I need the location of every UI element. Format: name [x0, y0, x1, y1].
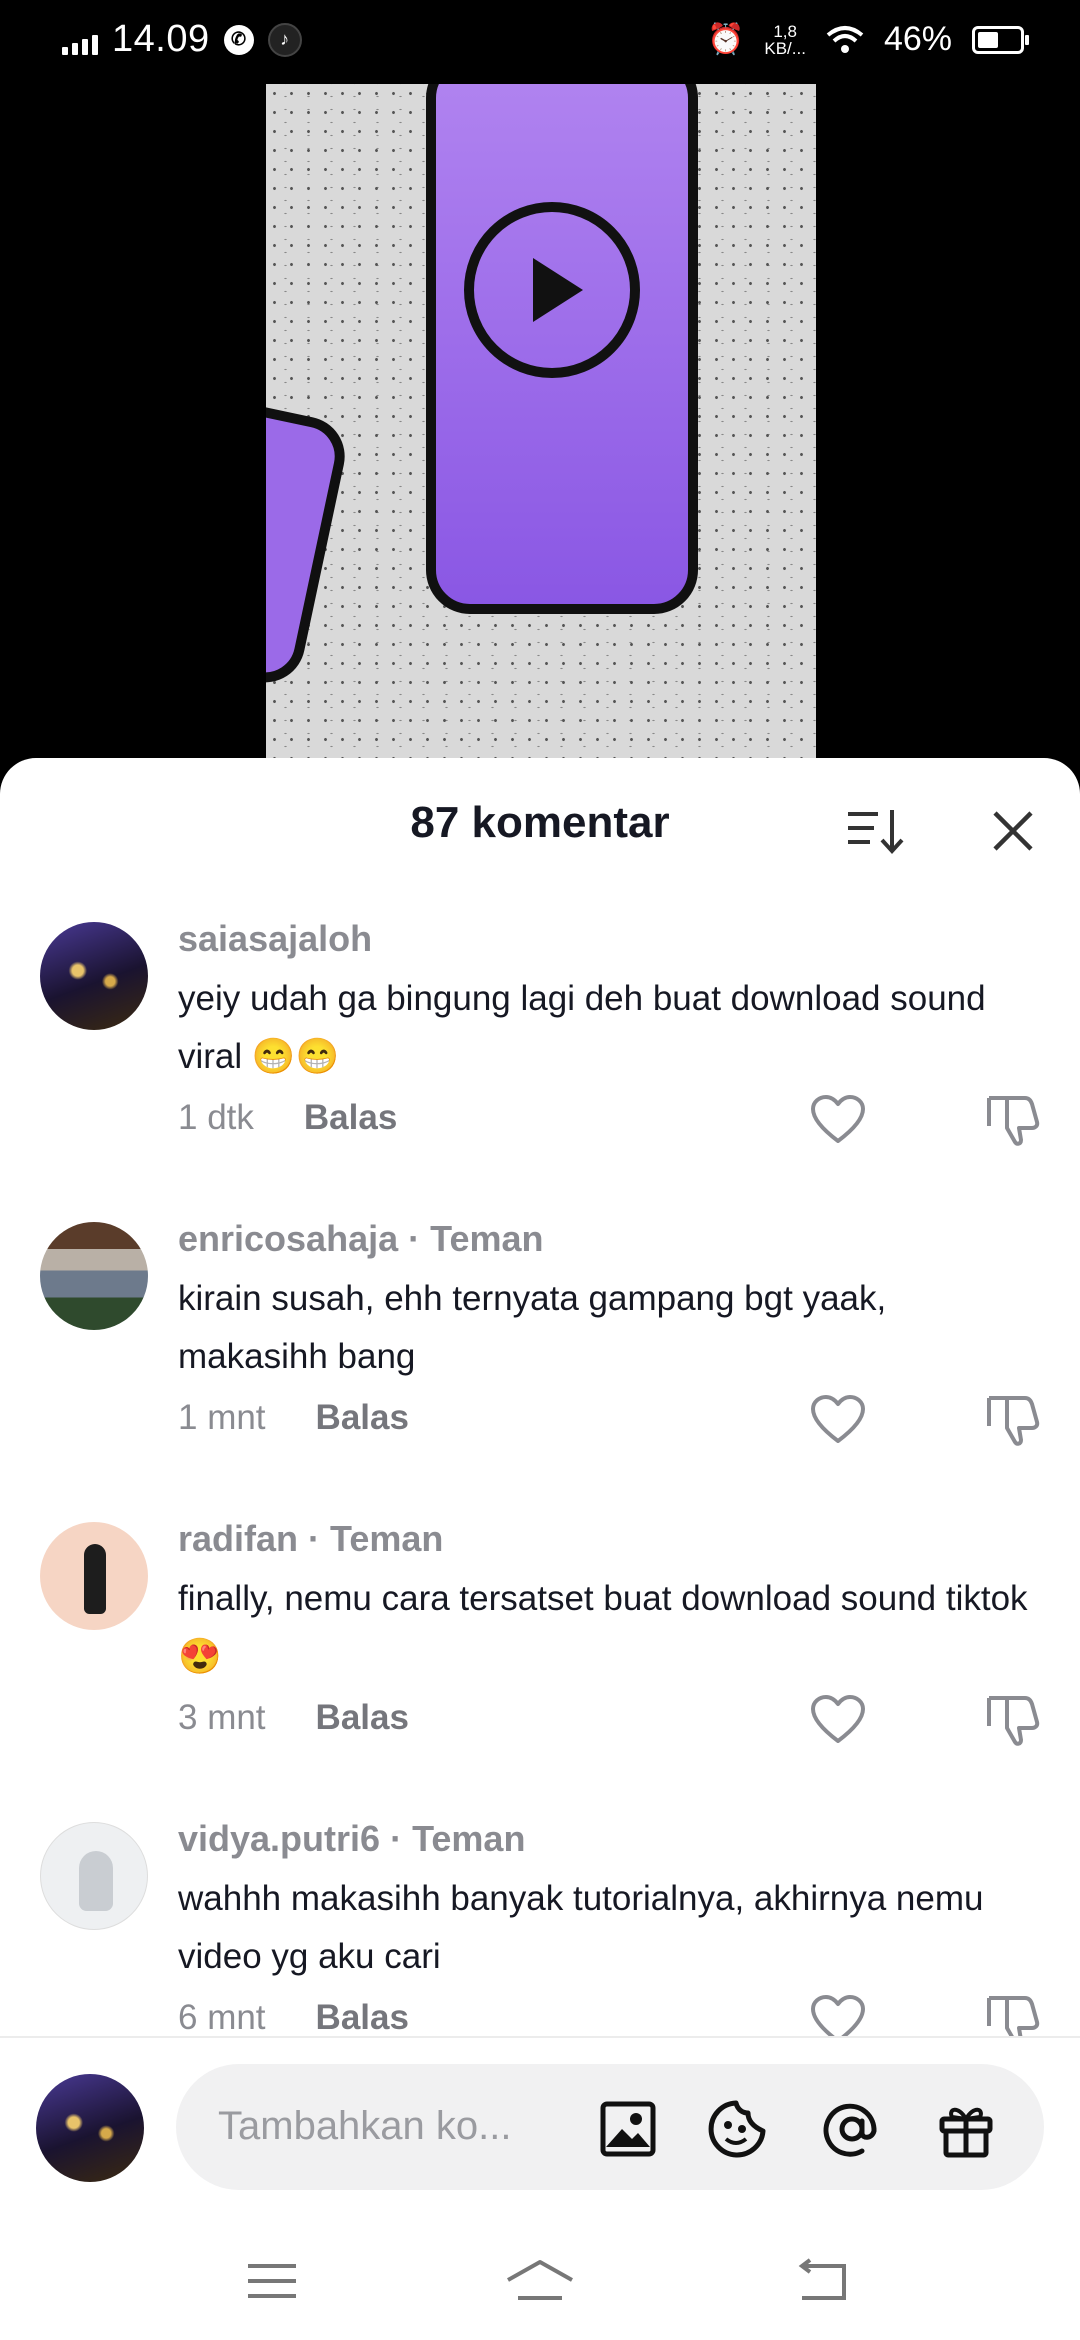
comments-sheet: 87 komentar saiasajaloh yeiy udah ga bin…: [0, 758, 1080, 2340]
my-avatar: [36, 2074, 144, 2182]
avatar[interactable]: [40, 1222, 148, 1330]
comment-username[interactable]: vidya.putri6: [178, 1818, 380, 1859]
comment-item: radifan · Teman finally, nemu cara tersa…: [0, 1518, 1080, 1808]
friend-tag: · Teman: [408, 1218, 544, 1259]
comment-input-placeholder: Tambahkan ko...: [218, 2104, 512, 2148]
sheet-header: 87 komentar: [0, 758, 1080, 888]
heart-icon[interactable]: [810, 1394, 866, 1446]
avatar[interactable]: [40, 1822, 148, 1930]
comment-text: wahhh makasihh banyak tutorialnya, akhir…: [178, 1879, 984, 1976]
image-icon[interactable]: [598, 2099, 658, 2159]
home-icon[interactable]: [504, 2256, 576, 2306]
sticker-icon[interactable]: [708, 2099, 768, 2159]
phone-illustration-left: [266, 388, 353, 690]
comment-list[interactable]: saiasajaloh yeiy udah ga bingung lagi de…: [0, 918, 1080, 2118]
comment-time: 1 dtk: [178, 1098, 254, 1137]
comment-text: finally, nemu cara tersatset buat downlo…: [178, 1579, 1028, 1676]
reply-button[interactable]: Balas: [316, 1398, 409, 1438]
comment-username[interactable]: radifan: [178, 1518, 298, 1559]
comment-text: yeiy udah ga bingung lagi deh buat downl…: [178, 979, 986, 1076]
dislike-icon[interactable]: [985, 1392, 1041, 1448]
close-icon[interactable]: [990, 808, 1036, 854]
sort-icon[interactable]: [846, 806, 906, 856]
comment-item: saiasajaloh yeiy udah ga bingung lagi de…: [0, 918, 1080, 1208]
dislike-icon[interactable]: [985, 1692, 1041, 1748]
avatar[interactable]: [40, 1522, 148, 1630]
reply-button[interactable]: Balas: [316, 1998, 409, 2038]
comment-time: 1 mnt: [178, 1398, 266, 1437]
battery-percent: 46%: [883, 20, 952, 58]
reply-button[interactable]: Balas: [316, 1698, 409, 1738]
dislike-icon[interactable]: [985, 1092, 1041, 1148]
video-preview[interactable]: [266, 84, 816, 764]
status-bar: 14.09 ✆ ♪ ⏰ 1,8 KB/... 46%: [0, 0, 1080, 84]
comment-time: 6 mnt: [178, 1998, 266, 2037]
network-speed: 1,8 KB/...: [764, 21, 806, 58]
play-icon: [464, 202, 640, 378]
reply-button[interactable]: Balas: [304, 1098, 397, 1138]
gift-icon[interactable]: [936, 2099, 996, 2159]
whatsapp-icon: ✆: [223, 24, 254, 55]
wifi-icon: [826, 25, 864, 53]
comment-input[interactable]: Tambahkan ko...: [176, 2064, 1044, 2190]
phone-illustration: [426, 84, 698, 614]
battery-icon: [972, 25, 1029, 54]
mention-icon[interactable]: [822, 2099, 882, 2159]
system-navigation-bar: [0, 2216, 1080, 2340]
comment-username[interactable]: enricosahaja: [178, 1218, 398, 1259]
alarm-icon: ⏰: [707, 23, 745, 56]
heart-icon[interactable]: [810, 1694, 866, 1746]
comment-input-bar: Tambahkan ko...: [0, 2036, 1080, 2218]
tiktok-icon: ♪: [267, 22, 302, 57]
comment-item: enricosahaja · Teman kirain susah, ehh t…: [0, 1218, 1080, 1508]
back-icon[interactable]: [792, 2256, 852, 2306]
comments-count-title: 87 komentar: [410, 798, 670, 847]
comment-username[interactable]: saiasajaloh: [178, 918, 372, 959]
avatar[interactable]: [40, 922, 148, 1030]
signal-icon: [62, 25, 98, 55]
friend-tag: · Teman: [390, 1818, 526, 1859]
menu-icon[interactable]: [242, 2256, 302, 2306]
friend-tag: · Teman: [308, 1518, 444, 1559]
comment-text: kirain susah, ehh ternyata gampang bgt y…: [178, 1279, 887, 1376]
comment-time: 3 mnt: [178, 1698, 266, 1737]
heart-icon[interactable]: [810, 1094, 866, 1146]
status-time: 14.09: [112, 18, 210, 60]
